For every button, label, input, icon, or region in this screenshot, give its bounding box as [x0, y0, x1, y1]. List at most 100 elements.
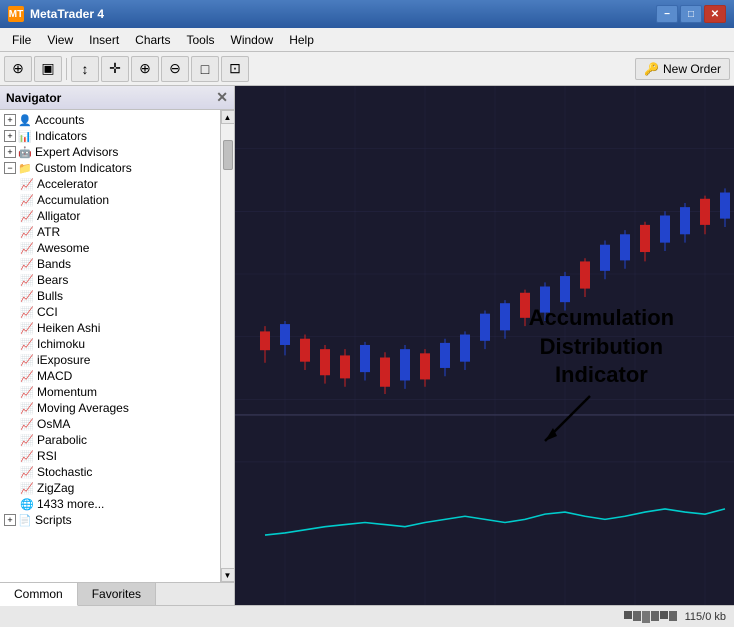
nav-tabs: Common Favorites: [0, 582, 234, 605]
app-title: MetaTrader 4: [30, 7, 104, 21]
tree-item-ichimoku[interactable]: 📈 Ichimoku: [16, 336, 220, 352]
menu-bar: File View Insert Charts Tools Window Hel…: [0, 28, 734, 52]
nav-scrollbar[interactable]: ▲ ▼: [220, 110, 234, 582]
accumulation-icon: 📈: [20, 193, 34, 207]
tree-item-accounts[interactable]: + 👤 Accounts: [0, 112, 220, 128]
osma-icon: 📈: [20, 417, 34, 431]
tab-common[interactable]: Common: [0, 583, 78, 606]
navigator-title: Navigator: [6, 91, 61, 105]
alligator-label: Alligator: [37, 209, 80, 223]
toolbar-new-btn[interactable]: ⊕: [4, 56, 32, 82]
expand-ea[interactable]: +: [4, 146, 16, 158]
custom-icon: 📁: [18, 161, 32, 175]
ea-label: Expert Advisors: [35, 145, 118, 159]
tree-item-rsi[interactable]: 📈 RSI: [16, 448, 220, 464]
parabolic-label: Parabolic: [37, 433, 87, 447]
status-bar-seg3: [642, 611, 650, 623]
tree-item-alligator[interactable]: 📈 Alligator: [16, 208, 220, 224]
momentum-label: Momentum: [37, 385, 97, 399]
nav-tree: + 👤 Accounts + 📊 Indicators + 🤖 Expert A…: [0, 110, 234, 582]
tree-content: + 👤 Accounts + 📊 Indicators + 🤖 Expert A…: [0, 110, 234, 530]
expand-scripts[interactable]: +: [4, 514, 16, 526]
tree-item-osma[interactable]: 📈 OsMA: [16, 416, 220, 432]
tree-item-scripts[interactable]: + 📄 Scripts: [0, 512, 220, 528]
expand-indicators[interactable]: +: [4, 130, 16, 142]
macd-icon: 📈: [20, 369, 34, 383]
tree-item-awesome[interactable]: 📈 Awesome: [16, 240, 220, 256]
tree-item-zigzag[interactable]: 📈 ZigZag: [16, 480, 220, 496]
menu-help[interactable]: Help: [281, 31, 322, 49]
bands-label: Bands: [37, 257, 71, 271]
tree-item-moving-averages[interactable]: 📈 Moving Averages: [16, 400, 220, 416]
navigator-close-button[interactable]: ✕: [216, 89, 228, 106]
indicators-icon: 📊: [18, 129, 32, 143]
indicators-label: Indicators: [35, 129, 87, 143]
maximize-button[interactable]: □: [680, 5, 702, 23]
window-controls: − □ ✕: [656, 5, 726, 23]
expand-accounts[interactable]: +: [4, 114, 16, 126]
menu-view[interactable]: View: [39, 31, 81, 49]
scripts-icon: 📄: [18, 513, 32, 527]
alligator-icon: 📈: [20, 209, 34, 223]
tree-item-cci[interactable]: 📈 CCI: [16, 304, 220, 320]
menu-tools[interactable]: Tools: [179, 31, 223, 49]
scroll-thumb[interactable]: [223, 140, 233, 170]
accounts-label: Accounts: [35, 113, 84, 127]
tree-item-parabolic[interactable]: 📈 Parabolic: [16, 432, 220, 448]
tree-item-macd[interactable]: 📈 MACD: [16, 368, 220, 384]
stochastic-label: Stochastic: [37, 465, 92, 479]
expand-custom[interactable]: −: [4, 162, 16, 174]
bulls-label: Bulls: [37, 289, 63, 303]
toolbar-zoom-in-btn[interactable]: ⊕: [131, 56, 159, 82]
moving-averages-label: Moving Averages: [37, 401, 129, 415]
tree-item-bulls[interactable]: 📈 Bulls: [16, 288, 220, 304]
accumulation-label: Accumulation: [37, 193, 109, 207]
tree-item-bears[interactable]: 📈 Bears: [16, 272, 220, 288]
moving-averages-icon: 📈: [20, 401, 34, 415]
tree-item-stochastic[interactable]: 📈 Stochastic: [16, 464, 220, 480]
tree-item-accelerator[interactable]: 📈 Accelerator: [16, 176, 220, 192]
tree-item-momentum[interactable]: 📈 Momentum: [16, 384, 220, 400]
app-icon: MT: [8, 6, 24, 22]
menu-charts[interactable]: Charts: [127, 31, 178, 49]
menu-insert[interactable]: Insert: [81, 31, 127, 49]
toolbar: ⊕ ▣ ↕ ✛ ⊕ ⊖ □ ⊡ 🔑 New Order: [0, 52, 734, 86]
close-button[interactable]: ✕: [704, 5, 726, 23]
tree-item-iexposure[interactable]: 📈 iExposure: [16, 352, 220, 368]
tree-item-indicators[interactable]: + 📊 Indicators: [0, 128, 220, 144]
toolbar-chart-btn[interactable]: □: [191, 56, 219, 82]
status-indicator: [624, 611, 677, 623]
status-kb-label: 115/0 kb: [685, 611, 726, 623]
status-bar-seg2: [633, 611, 641, 621]
ichimoku-icon: 📈: [20, 337, 34, 351]
tree-item-heiken-ashi[interactable]: 📈 Heiken Ashi: [16, 320, 220, 336]
minimize-button[interactable]: −: [656, 5, 678, 23]
toolbar-period-btn[interactable]: ⊡: [221, 56, 249, 82]
tree-item-bands[interactable]: 📈 Bands: [16, 256, 220, 272]
new-order-button[interactable]: 🔑 New Order: [635, 58, 730, 80]
momentum-icon: 📈: [20, 385, 34, 399]
cci-label: CCI: [37, 305, 58, 319]
tree-item-more[interactable]: 🌐 1433 more...: [16, 496, 220, 512]
toolbar-crosshair-btn[interactable]: ↕: [71, 56, 99, 82]
toolbar-zoom-out-btn[interactable]: ⊖: [161, 56, 189, 82]
scroll-up-button[interactable]: ▲: [221, 110, 235, 124]
tree-item-atr[interactable]: 📈 ATR: [16, 224, 220, 240]
tree-item-accumulation[interactable]: 📈 Accumulation: [16, 192, 220, 208]
scroll-down-button[interactable]: ▼: [221, 568, 235, 582]
navigator-header: Navigator ✕: [0, 86, 234, 110]
heiken-ashi-label: Heiken Ashi: [37, 321, 100, 335]
status-bar-seg5: [660, 611, 668, 619]
tree-item-custom-indicators[interactable]: − 📁 Custom Indicators: [0, 160, 220, 176]
accounts-icon: 👤: [18, 113, 32, 127]
toolbar-open-btn[interactable]: ▣: [34, 56, 62, 82]
status-bar: 115/0 kb: [0, 605, 734, 627]
tree-item-expert-advisors[interactable]: + 🤖 Expert Advisors: [0, 144, 220, 160]
toolbar-move-btn[interactable]: ✛: [101, 56, 129, 82]
zigzag-icon: 📈: [20, 481, 34, 495]
tab-favorites[interactable]: Favorites: [78, 583, 156, 605]
menu-window[interactable]: Window: [223, 31, 282, 49]
bulls-icon: 📈: [20, 289, 34, 303]
accelerator-label: Accelerator: [37, 177, 98, 191]
menu-file[interactable]: File: [4, 31, 39, 49]
